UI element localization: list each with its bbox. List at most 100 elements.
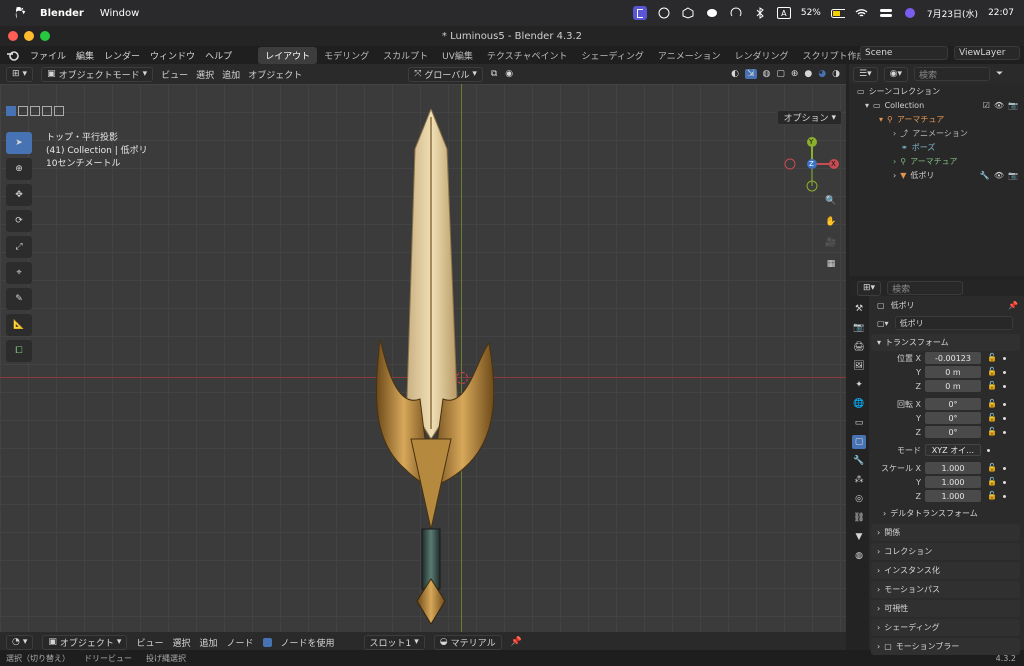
modifier-icon[interactable]: 🔧 — [980, 171, 990, 180]
footer-mode-dropdown[interactable]: ▣ オブジェクト ▾ — [42, 634, 128, 650]
menu-help[interactable]: ヘルプ — [205, 49, 232, 62]
editor-type-dropdown[interactable]: ⊞ ▾ — [6, 66, 34, 82]
section-relations[interactable]: › 関係 — [871, 524, 1020, 541]
screen-share-icon[interactable] — [632, 6, 647, 20]
section-motion-paths[interactable]: › モーションパス — [871, 581, 1020, 598]
lock-icon[interactable]: 🔓 — [987, 399, 997, 409]
tab-rendering[interactable]: レンダリング — [728, 47, 796, 64]
rotation-mode-dropdown[interactable]: XYZ オイ… — [925, 444, 981, 456]
camera-render-icon[interactable]: 📷 — [1008, 101, 1018, 110]
rotation-x-field[interactable]: 0° — [925, 398, 981, 410]
close-window-button[interactable] — [8, 31, 18, 41]
keyframe-dot[interactable] — [1003, 480, 1006, 484]
footer-menu-node[interactable]: ノード — [227, 636, 254, 649]
rotate-tool[interactable]: ⟳ — [6, 210, 32, 232]
scale-tool[interactable]: ⤢ — [6, 236, 32, 258]
filter-icon[interactable]: ⏷ — [996, 69, 1003, 79]
window-menu[interactable]: Window — [100, 8, 139, 19]
keyframe-dot[interactable] — [1003, 370, 1006, 374]
data-tab-icon[interactable]: ▼ — [852, 530, 866, 544]
keyframe-dot[interactable] — [1003, 430, 1006, 434]
outliner-row-collection[interactable]: ▾ ▭ Collection ☑ 👁 📷 — [849, 98, 1024, 112]
siri-icon[interactable] — [903, 6, 917, 20]
vp-menu-object[interactable]: オブジェクト — [248, 68, 302, 81]
wireframe-shading-icon[interactable]: ⊕ — [791, 69, 799, 79]
material-tab-icon[interactable]: ◍ — [852, 549, 866, 563]
cube-app-icon[interactable] — [681, 6, 695, 20]
select-subtract-icon[interactable] — [30, 106, 40, 116]
snap-icon[interactable]: ⧉ — [491, 69, 497, 79]
blender-logo-icon[interactable] — [6, 48, 20, 62]
unity-icon[interactable] — [657, 6, 671, 20]
grid-perspective-icon[interactable]: ▦ — [822, 255, 840, 273]
move-tool[interactable]: ✥ — [6, 184, 32, 206]
footer-menu-select[interactable]: 選択 — [172, 636, 190, 649]
footer-menu-add[interactable]: 追加 — [199, 636, 217, 649]
visibility-icon[interactable]: ◐ — [731, 69, 739, 79]
object-type-icon[interactable]: ▢▾ — [877, 319, 889, 328]
outliner-row-animation[interactable]: › ⤴ アニメーション — [849, 126, 1024, 140]
annotate-tool[interactable]: ✎ — [6, 288, 32, 310]
minimize-window-button[interactable] — [24, 31, 34, 41]
proportional-edit-icon[interactable]: ◉ — [505, 69, 513, 79]
keyframe-dot[interactable] — [1003, 384, 1006, 388]
select-box-tool[interactable]: ➤ — [6, 132, 32, 154]
tab-uv-editing[interactable]: UV編集 — [435, 47, 480, 64]
vp-menu-add[interactable]: 追加 — [222, 68, 240, 81]
object-tab-icon[interactable]: ▢ — [852, 435, 866, 449]
control-center-icon[interactable] — [879, 6, 893, 20]
pin-icon[interactable]: 📌 — [511, 637, 522, 647]
tab-shading[interactable]: シェーディング — [575, 47, 651, 64]
tool-tab-icon[interactable]: ⚒ — [852, 302, 866, 316]
location-z-field[interactable]: 0 m — [925, 380, 981, 392]
gizmo-toggle-icon[interactable]: ⇲ — [744, 69, 757, 79]
menu-edit[interactable]: 編集 — [76, 49, 94, 62]
section-visibility[interactable]: › 可視性 — [871, 600, 1020, 617]
zoom-window-button[interactable] — [40, 31, 50, 41]
select-new-icon[interactable] — [6, 106, 16, 116]
use-nodes-checkbox[interactable] — [262, 637, 272, 647]
lock-icon[interactable]: 🔓 — [987, 463, 997, 473]
battery-icon[interactable] — [830, 6, 845, 20]
outliner-row-armature[interactable]: ▾ ⚲ アーマチュア — [849, 112, 1024, 126]
solid-shading-icon[interactable]: ● — [804, 69, 812, 79]
location-y-field[interactable]: 0 m — [925, 366, 981, 378]
physics-tab-icon[interactable]: ◎ — [852, 492, 866, 506]
3d-viewport[interactable]: ➤ ⊕ ✥ ⟳ ⤢ ⌖ ✎ 📐 ⧠ トップ・平行投影 (41) Collecti… — [0, 84, 846, 640]
wifi-icon[interactable] — [855, 6, 869, 20]
output-tab-icon[interactable]: 🖨 — [852, 340, 866, 354]
chat-icon[interactable] — [705, 6, 719, 20]
object-name-field[interactable]: 低ポリ — [894, 316, 1013, 330]
overlay-icon[interactable]: ◍ — [763, 69, 771, 79]
keyframe-dot[interactable] — [1003, 416, 1006, 420]
lock-icon[interactable]: 🔓 — [987, 477, 997, 487]
render-tab-icon[interactable]: 📷 — [852, 321, 866, 335]
outliner-search-input[interactable]: 検索 — [913, 67, 990, 81]
tab-sculpt[interactable]: スカルプト — [376, 47, 435, 64]
camera-icon[interactable]: 🎥 — [822, 234, 840, 252]
eye-icon[interactable]: 👁 — [994, 101, 1004, 110]
outliner-row-pose[interactable]: ⚭ ポーズ — [849, 140, 1024, 154]
slot-dropdown[interactable]: スロット1 ▾ — [363, 634, 425, 650]
hand-pan-icon[interactable]: ✋ — [822, 213, 840, 231]
add-cube-tool[interactable]: ⧠ — [6, 340, 32, 362]
constraints-tab-icon[interactable]: ⛓ — [852, 511, 866, 525]
rotation-z-field[interactable]: 0° — [925, 426, 981, 438]
rendered-shading-icon[interactable]: ◑ — [832, 69, 840, 79]
delta-transform-header[interactable]: › デルタトランスフォーム — [871, 505, 1020, 522]
section-shading[interactable]: › シェーディング — [871, 619, 1020, 636]
rotation-y-field[interactable]: 0° — [925, 412, 981, 424]
pin-icon[interactable]: 📌 — [1008, 301, 1018, 310]
select-extend-icon[interactable] — [18, 106, 28, 116]
transform-section-header[interactable]: ▾ トランスフォーム — [871, 334, 1020, 351]
material-selector[interactable]: ◒ マテリアル — [433, 634, 502, 650]
bluetooth-icon[interactable] — [753, 6, 767, 20]
lock-icon[interactable]: 🔓 — [987, 381, 997, 391]
keyframe-dot[interactable] — [1003, 466, 1006, 470]
collection-tab-icon[interactable]: ▭ — [852, 416, 866, 430]
eye-icon[interactable]: 👁 — [994, 171, 1004, 180]
section-collections[interactable]: › コレクション — [871, 543, 1020, 560]
scale-z-field[interactable]: 1.000 — [925, 490, 981, 502]
material-shading-icon[interactable]: ◕ — [818, 69, 826, 79]
outliner-row-scene-collection[interactable]: ▭ シーンコレクション — [849, 84, 1024, 98]
